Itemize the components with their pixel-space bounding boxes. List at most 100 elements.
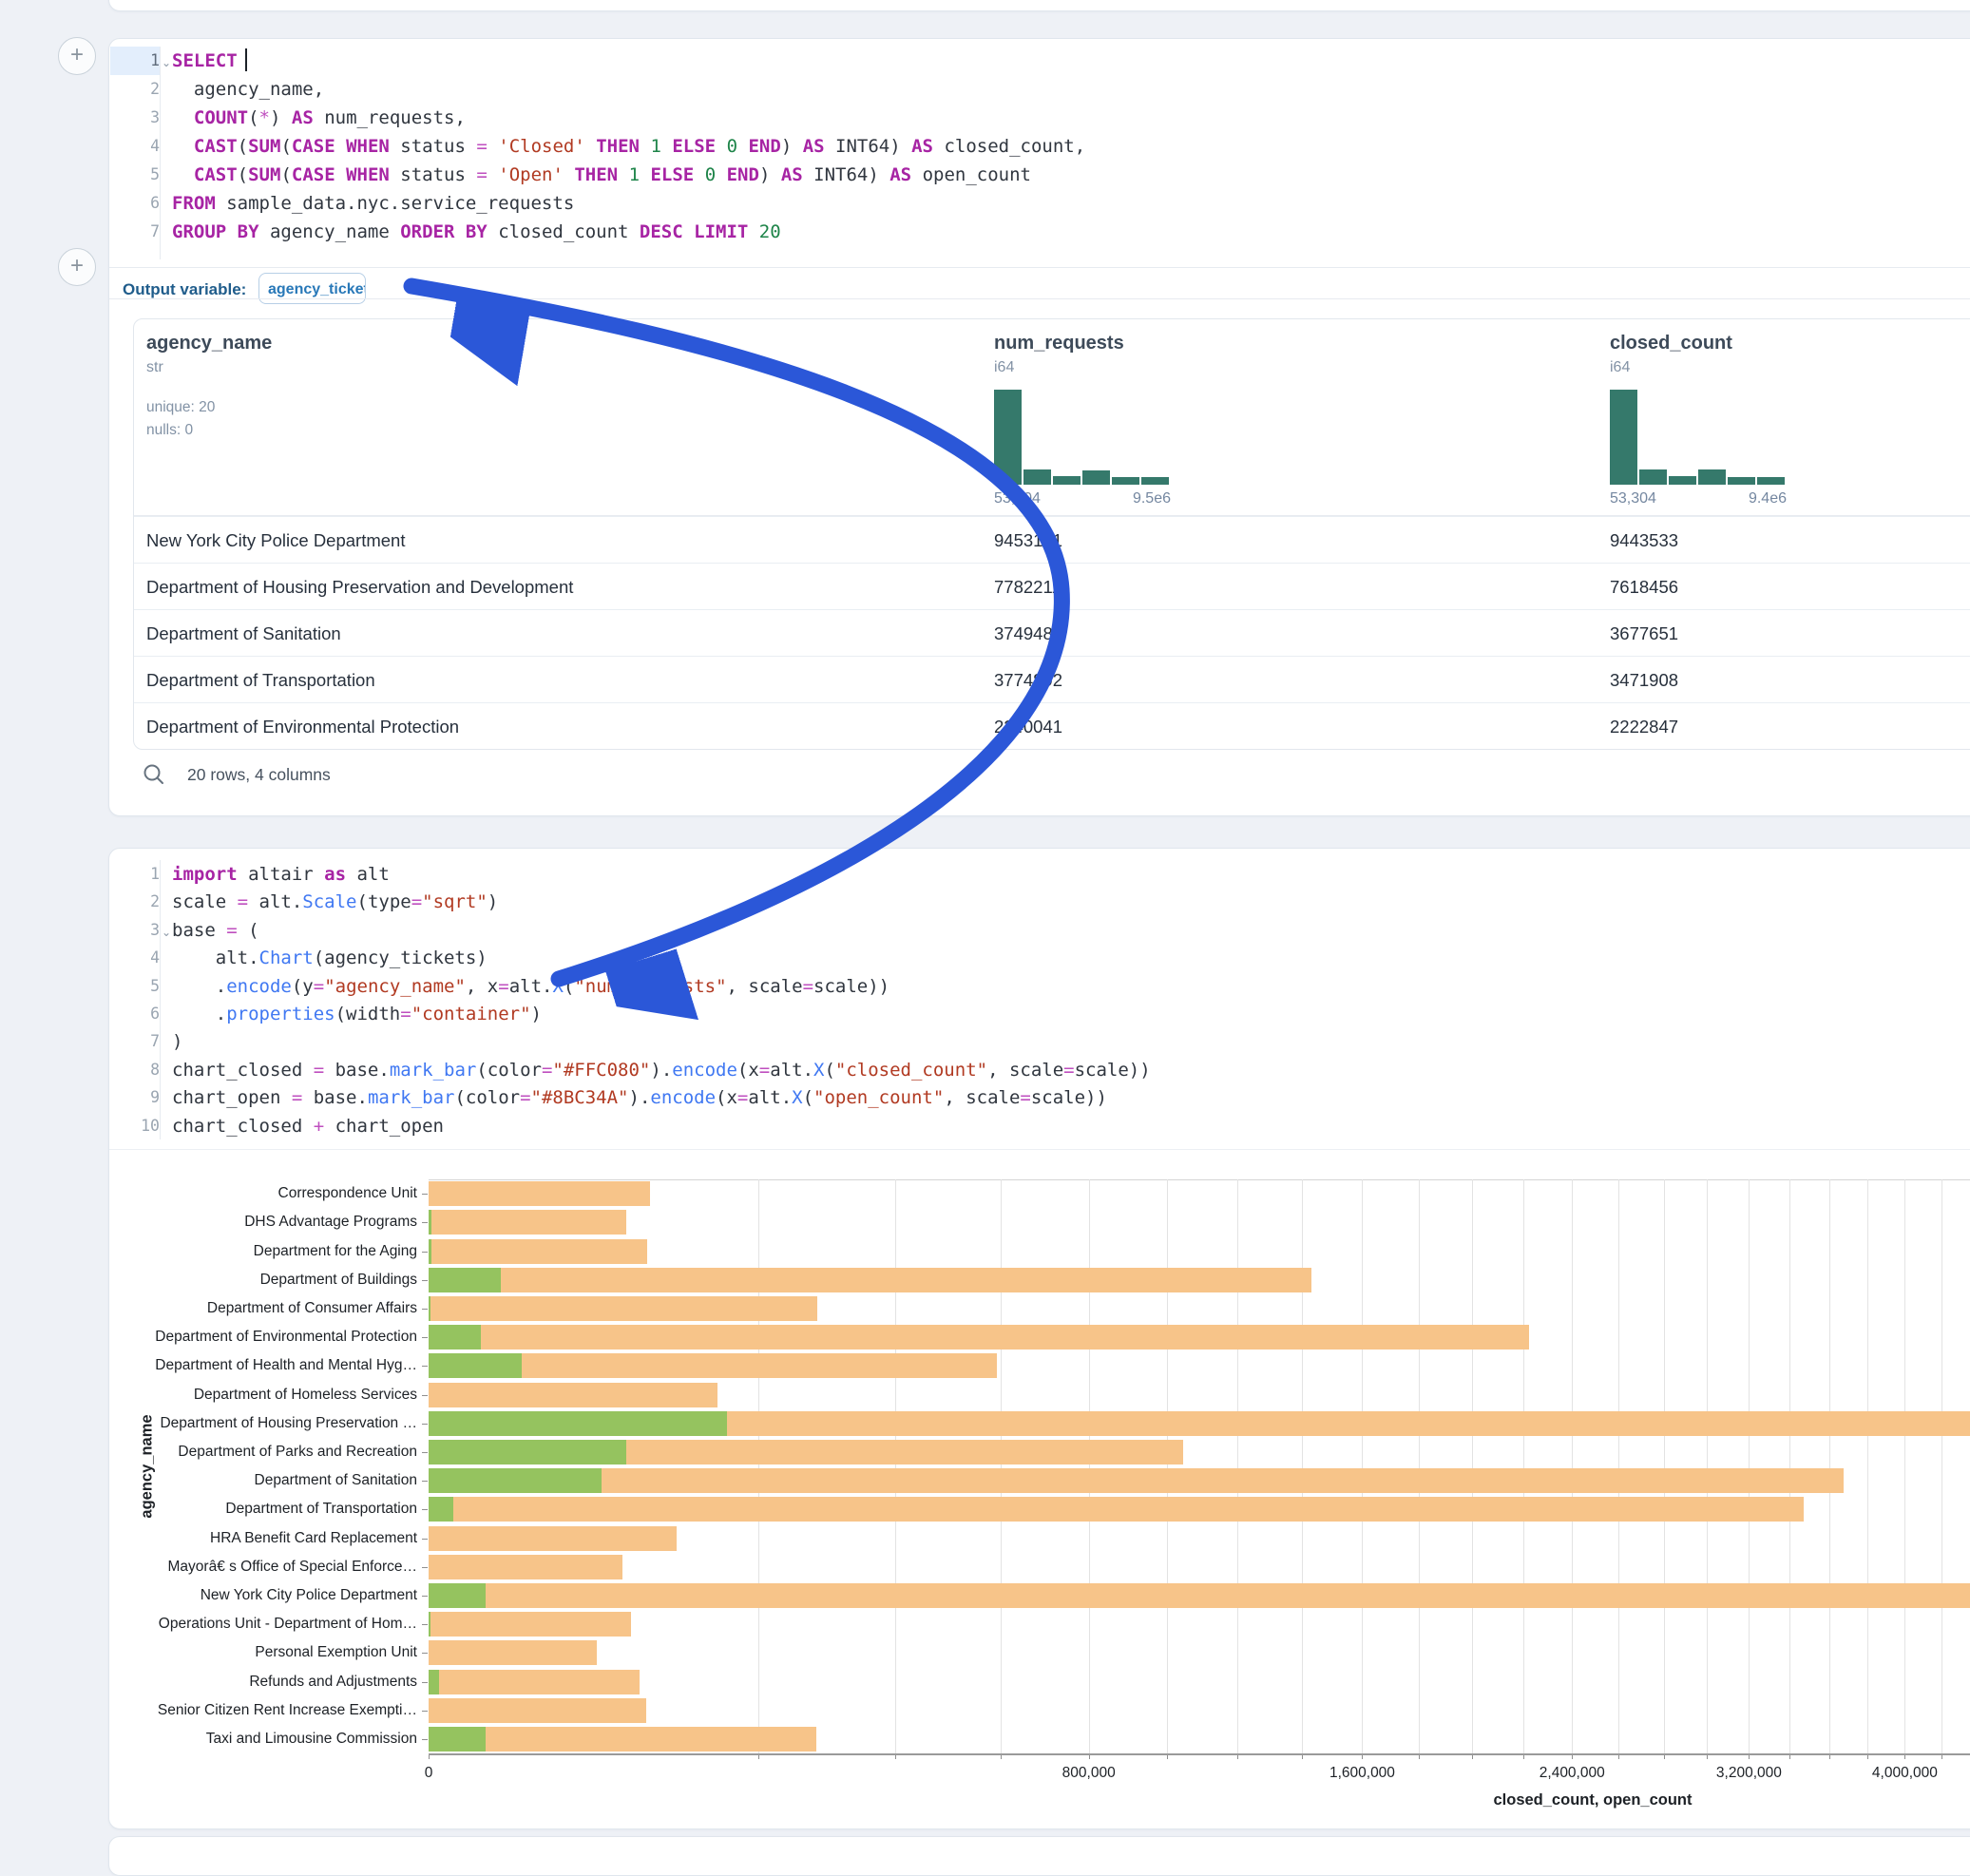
collapse-chevron-icon[interactable]: ⌄: [162, 918, 171, 947]
table-row[interactable]: New York City Police Department945313194…: [134, 516, 1970, 564]
y-axis-label[interactable]: Department of Sanitation: [132, 1472, 417, 1489]
bar-open_count[interactable]: [429, 1353, 522, 1378]
bar-closed_count[interactable]: [429, 1325, 1529, 1350]
table-row[interactable]: Department of Sanitation37494853677651: [134, 609, 1970, 657]
bar-closed_count[interactable]: [429, 1239, 647, 1264]
y-axis-label[interactable]: Department for the Aging: [132, 1243, 417, 1260]
code-line[interactable]: 7GROUP BY agency_name ORDER BY closed_co…: [109, 218, 1970, 246]
bar-closed_count[interactable]: [429, 1640, 597, 1665]
table-row[interactable]: Department of Transportation377489234719…: [134, 656, 1970, 703]
search-icon[interactable]: [142, 762, 166, 787]
code-line[interactable]: 6 .properties(width="container"): [109, 1000, 1970, 1028]
code-text: .properties(width="container"): [172, 1000, 542, 1028]
bar-closed_count[interactable]: [429, 1383, 717, 1407]
column-header[interactable]: closed_count: [1610, 333, 1732, 354]
y-axis-label[interactable]: Operations Unit - Department of Hom…: [132, 1616, 417, 1633]
bar-open_count[interactable]: [429, 1670, 439, 1694]
y-axis-tick: [422, 1194, 428, 1195]
bar-open_count[interactable]: [429, 1268, 501, 1292]
line-number: 9: [110, 1083, 160, 1111]
bar-closed_count[interactable]: [429, 1526, 677, 1551]
code-line[interactable]: 1 import altair as alt: [109, 860, 1970, 889]
bar-open_count[interactable]: [429, 1468, 602, 1493]
table-row[interactable]: Department of Housing Preservation and D…: [134, 563, 1970, 610]
bar-closed_count[interactable]: [429, 1670, 640, 1694]
bar-closed_count[interactable]: [429, 1555, 622, 1579]
code-line[interactable]: 8chart_closed = base.mark_bar(color="#FF…: [109, 1056, 1970, 1084]
bar-open_count[interactable]: [429, 1210, 431, 1235]
y-axis-label[interactable]: HRA Benefit Card Replacement: [132, 1530, 417, 1547]
y-axis-label[interactable]: Refunds and Adjustments: [132, 1674, 417, 1691]
plot-top-border: [429, 1179, 1970, 1180]
bar-closed_count[interactable]: [429, 1583, 1970, 1608]
bar-closed_count[interactable]: [429, 1698, 646, 1723]
bar-closed_count[interactable]: [429, 1468, 1844, 1493]
code-line[interactable]: 3⌄base = (: [109, 916, 1970, 945]
column-header[interactable]: agency_name: [146, 333, 272, 354]
add-cell-button-top[interactable]: +: [58, 37, 96, 75]
code-line[interactable]: 2 agency_name,: [109, 75, 1970, 104]
code-line[interactable]: 9chart_open = base.mark_bar(color="#8BC3…: [109, 1083, 1970, 1112]
text-cursor: [245, 48, 247, 71]
bar-closed_count[interactable]: [429, 1497, 1804, 1522]
bar-open_count[interactable]: [429, 1411, 727, 1436]
code-line[interactable]: 2scale = alt.Scale(type="sqrt"): [109, 888, 1970, 916]
collapse-chevron-icon[interactable]: ⌄: [162, 48, 171, 77]
bar-closed_count[interactable]: [429, 1210, 626, 1235]
code-line[interactable]: 6FROM sample_data.nyc.service_requests: [109, 189, 1970, 218]
line-number: 4: [110, 132, 160, 161]
bar-closed_count[interactable]: [429, 1612, 631, 1637]
code-text: COUNT(*) AS num_requests,: [172, 104, 466, 132]
y-axis-label[interactable]: Department of Environmental Protection: [132, 1329, 417, 1346]
code-line[interactable]: 10chart_closed + chart_open: [109, 1112, 1970, 1140]
y-axis-label[interactable]: New York City Police Department: [132, 1587, 417, 1604]
code-line[interactable]: 4 alt.Chart(agency_tickets): [109, 944, 1970, 972]
table-row[interactable]: Department of Environmental Protection22…: [134, 702, 1970, 750]
y-axis-label[interactable]: Mayorâ€ s Office of Special Enforce…: [132, 1559, 417, 1576]
bar-open_count[interactable]: [429, 1612, 430, 1637]
column-histogram[interactable]: [1610, 390, 1787, 485]
column-header[interactable]: num_requests: [994, 333, 1124, 354]
y-axis-label[interactable]: Department of Transportation: [132, 1501, 417, 1518]
column-histogram[interactable]: [994, 390, 1171, 485]
y-axis-label[interactable]: Correspondence Unit: [132, 1185, 417, 1202]
bar-closed_count[interactable]: [429, 1296, 817, 1321]
code-line[interactable]: 7): [109, 1027, 1970, 1056]
bar-open_count[interactable]: [429, 1727, 486, 1752]
line-number: 5: [110, 972, 160, 1000]
y-axis-label[interactable]: Senior Citizen Rent Increase Exempti…: [132, 1702, 417, 1719]
line-number: 1: [110, 860, 160, 888]
bar-open_count[interactable]: [429, 1440, 626, 1464]
code-line[interactable]: 5 CAST(SUM(CASE WHEN status = 'Open' THE…: [109, 161, 1970, 189]
bar-closed_count[interactable]: [429, 1727, 816, 1752]
y-axis-label[interactable]: Department of Housing Preservation …: [132, 1415, 417, 1432]
y-axis-label[interactable]: DHS Advantage Programs: [132, 1214, 417, 1231]
python-code-editor[interactable]: 1 import altair as alt2scale = alt.Scale(…: [109, 860, 1970, 1139]
y-axis-label[interactable]: Department of Consumer Affairs: [132, 1300, 417, 1317]
bar-open_count[interactable]: [429, 1497, 453, 1522]
code-line[interactable]: 4 CAST(SUM(CASE WHEN status = 'Closed' T…: [109, 132, 1970, 161]
code-text: import altair as alt: [172, 860, 390, 889]
code-line[interactable]: 3 COUNT(*) AS num_requests,: [109, 104, 1970, 132]
y-axis-label[interactable]: Taxi and Limousine Commission: [132, 1731, 417, 1748]
bar-closed_count[interactable]: [429, 1268, 1311, 1292]
y-axis-tick: [422, 1337, 428, 1338]
histogram-bar: [1082, 470, 1110, 485]
python-cell: 1 import altair as alt2scale = alt.Scale(…: [108, 848, 1970, 1829]
code-line[interactable]: 1⌄SELECT: [109, 47, 1970, 75]
code-line[interactable]: 5 .encode(y="agency_name", x=alt.X("num_…: [109, 972, 1970, 1001]
sql-code-editor[interactable]: 1⌄SELECT2 agency_name,3 COUNT(*) AS num_…: [109, 47, 1970, 259]
y-axis-label[interactable]: Department of Buildings: [132, 1272, 417, 1289]
y-axis-label[interactable]: Department of Parks and Recreation: [132, 1444, 417, 1461]
output-variable-pill[interactable]: agency_tickets: [258, 273, 366, 304]
bar-open_count[interactable]: [429, 1239, 431, 1264]
bar-open_count[interactable]: [429, 1296, 430, 1321]
y-axis-label[interactable]: Department of Homeless Services: [132, 1387, 417, 1404]
y-axis-label[interactable]: Personal Exemption Unit: [132, 1644, 417, 1661]
altair-chart: Correspondence Unit DHS Advantage Program…: [109, 1153, 1970, 1828]
bar-open_count[interactable]: [429, 1325, 481, 1350]
y-axis-label[interactable]: Department of Health and Mental Hyg…: [132, 1357, 417, 1374]
add-cell-button-middle[interactable]: +: [58, 248, 96, 286]
bar-open_count[interactable]: [429, 1583, 486, 1608]
bar-closed_count[interactable]: [429, 1181, 650, 1206]
